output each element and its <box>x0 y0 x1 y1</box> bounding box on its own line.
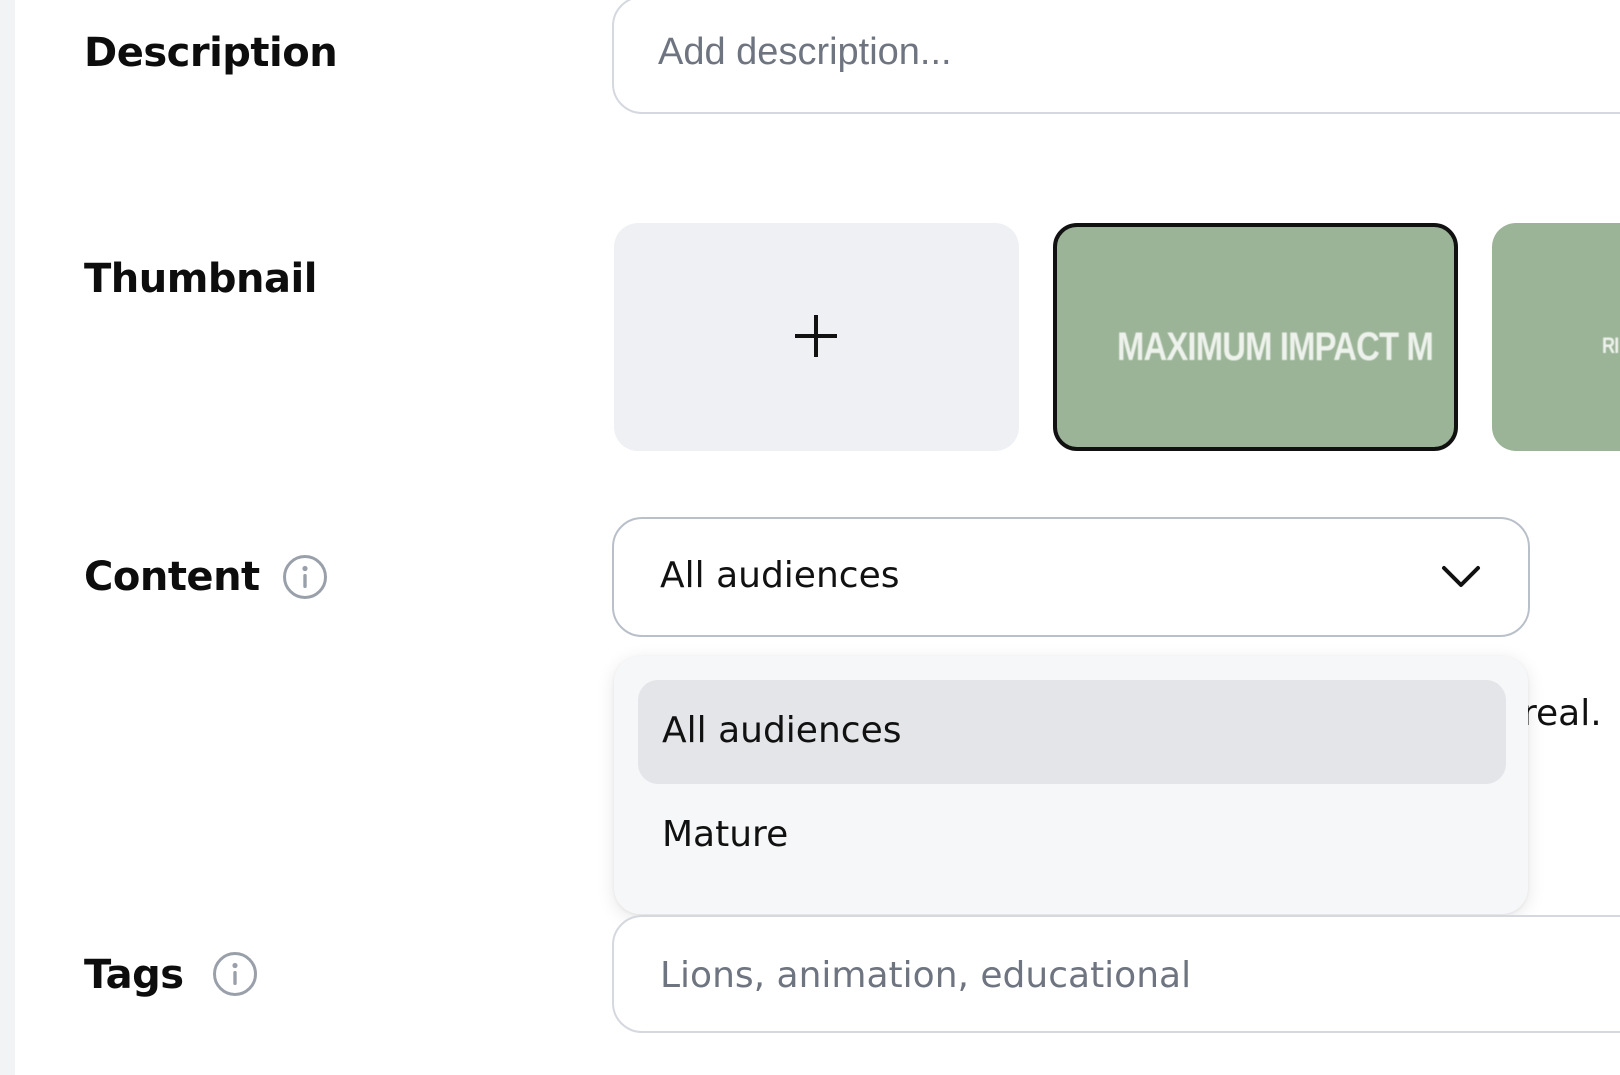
info-icon[interactable] <box>282 554 328 600</box>
tags-input[interactable]: Lions, animation, educational <box>612 915 1620 1033</box>
thumbnail-text: RI <box>1602 333 1619 358</box>
tags-placeholder: Lions, animation, educational <box>660 955 1192 996</box>
content-hint-text: real. <box>1522 693 1602 734</box>
info-icon[interactable] <box>212 951 258 997</box>
thumbnail-option-selected[interactable]: MAXIMUM IMPACT M <box>1053 223 1458 451</box>
description-placeholder: Add description... <box>658 31 952 73</box>
thumbnail-text: MAXIMUM IMPACT M <box>1117 325 1434 369</box>
content-select-value: All audiences <box>660 555 900 596</box>
thumbnail-label: Thumbnail <box>84 256 317 302</box>
description-input[interactable]: Add description... <box>612 0 1620 114</box>
left-rail <box>0 0 15 1075</box>
plus-icon <box>795 315 837 357</box>
description-label: Description <box>84 30 338 76</box>
content-label: Content <box>84 554 260 600</box>
dropdown-option-all-audiences[interactable]: All audiences <box>638 680 1506 784</box>
dropdown-option-mature[interactable]: Mature <box>638 784 1506 888</box>
content-select[interactable]: All audiences <box>612 517 1530 637</box>
chevron-down-icon <box>1440 563 1482 591</box>
thumbnail-option[interactable]: RI <box>1492 223 1620 451</box>
content-settings-form: Description Add description... Thumbnail… <box>0 0 1620 1075</box>
add-thumbnail-button[interactable] <box>614 223 1019 451</box>
content-dropdown-menu: All audiences Mature <box>614 656 1528 914</box>
tags-label: Tags <box>84 952 184 998</box>
dropdown-option-label: All audiences <box>662 710 902 751</box>
dropdown-option-label: Mature <box>662 814 789 855</box>
